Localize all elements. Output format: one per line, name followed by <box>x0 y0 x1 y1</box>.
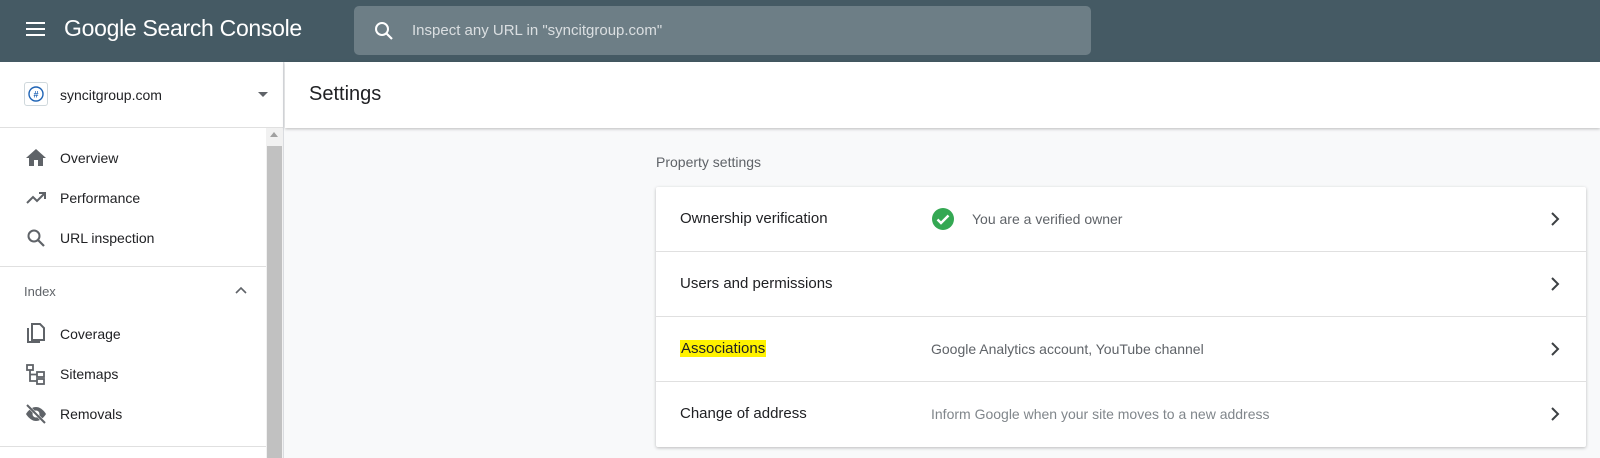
section-label: Property settings <box>656 154 762 170</box>
scroll-up-arrow-icon[interactable] <box>270 132 278 137</box>
section-title-index: Index <box>24 284 56 299</box>
svg-text:#: # <box>33 90 38 100</box>
site-favicon: # <box>24 82 48 106</box>
sidebar-item-label: Overview <box>60 150 119 166</box>
row-label: Change of address <box>680 405 807 422</box>
row-description: You are a verified owner <box>972 211 1123 227</box>
logo-google-text: Google <box>64 15 137 41</box>
highlighted-text: Associations <box>680 340 767 357</box>
copy-pages-icon <box>27 323 45 343</box>
sidebar-item-label: Performance <box>60 190 141 206</box>
chevron-up-icon[interactable] <box>232 282 250 300</box>
menu-icon[interactable] <box>23 19 49 43</box>
sidebar-scrollbar[interactable] <box>266 128 283 458</box>
settings-row-change-of-address[interactable]: Change of address Inform Google when you… <box>656 382 1586 447</box>
sidebar-divider <box>0 446 266 447</box>
url-inspection-search[interactable] <box>354 6 1091 55</box>
trending-up-icon <box>26 192 46 204</box>
chevron-right-icon <box>1551 342 1560 356</box>
settings-row-ownership-verification[interactable]: Ownership verification You are a verifie… <box>656 187 1586 252</box>
settings-row-users-and-permissions[interactable]: Users and permissions <box>656 252 1586 317</box>
logo-product-text: Search Console <box>142 15 302 41</box>
sidebar-item-removals[interactable]: Removals <box>0 394 266 434</box>
sidebar-item-label: Sitemaps <box>60 366 119 382</box>
sidebar-item-url-inspection[interactable]: URL inspection <box>0 218 266 258</box>
sidebar-item-coverage[interactable]: Coverage <box>0 314 266 354</box>
sidebar: # syncitgroup.com Overview Performance U… <box>0 62 284 458</box>
row-description: Inform Google when your site moves to a … <box>931 406 1270 422</box>
search-icon <box>375 22 393 40</box>
sitemap-icon <box>26 364 45 385</box>
chevron-right-icon <box>1551 277 1560 291</box>
chevron-right-icon <box>1551 407 1560 421</box>
visibility-off-icon <box>25 403 47 425</box>
property-selector[interactable]: # syncitgroup.com <box>0 62 283 128</box>
sidebar-item-label: Coverage <box>60 326 121 342</box>
row-label: Ownership verification <box>680 210 828 227</box>
search-icon <box>27 229 45 247</box>
sidebar-divider <box>0 266 266 267</box>
dropdown-caret-icon <box>258 92 268 97</box>
sidebar-item-sitemaps[interactable]: Sitemaps <box>0 354 266 394</box>
page-title: Settings <box>309 83 382 105</box>
scroll-thumb[interactable] <box>267 146 282 458</box>
chevron-right-icon <box>1551 212 1560 226</box>
top-app-bar: Google Search Console <box>0 0 1600 62</box>
row-label: Users and permissions <box>680 275 833 292</box>
property-name: syncitgroup.com <box>60 87 162 103</box>
sidebar-item-label: Removals <box>60 406 123 422</box>
row-description: Google Analytics account, YouTube channe… <box>931 341 1204 357</box>
search-input[interactable] <box>412 6 1072 55</box>
sidebar-item-performance[interactable]: Performance <box>0 178 266 218</box>
page-header: Settings <box>285 62 1600 128</box>
app-logo[interactable]: Google Search Console <box>64 15 302 42</box>
check-circle-icon <box>932 208 954 230</box>
row-label: Associations <box>680 340 767 357</box>
property-settings-card: Ownership verification You are a verifie… <box>656 187 1586 447</box>
sidebar-item-label: URL inspection <box>60 230 155 246</box>
settings-row-associations[interactable]: Associations Google Analytics account, Y… <box>656 317 1586 382</box>
home-icon <box>26 149 46 166</box>
sidebar-item-overview[interactable]: Overview <box>0 138 266 178</box>
